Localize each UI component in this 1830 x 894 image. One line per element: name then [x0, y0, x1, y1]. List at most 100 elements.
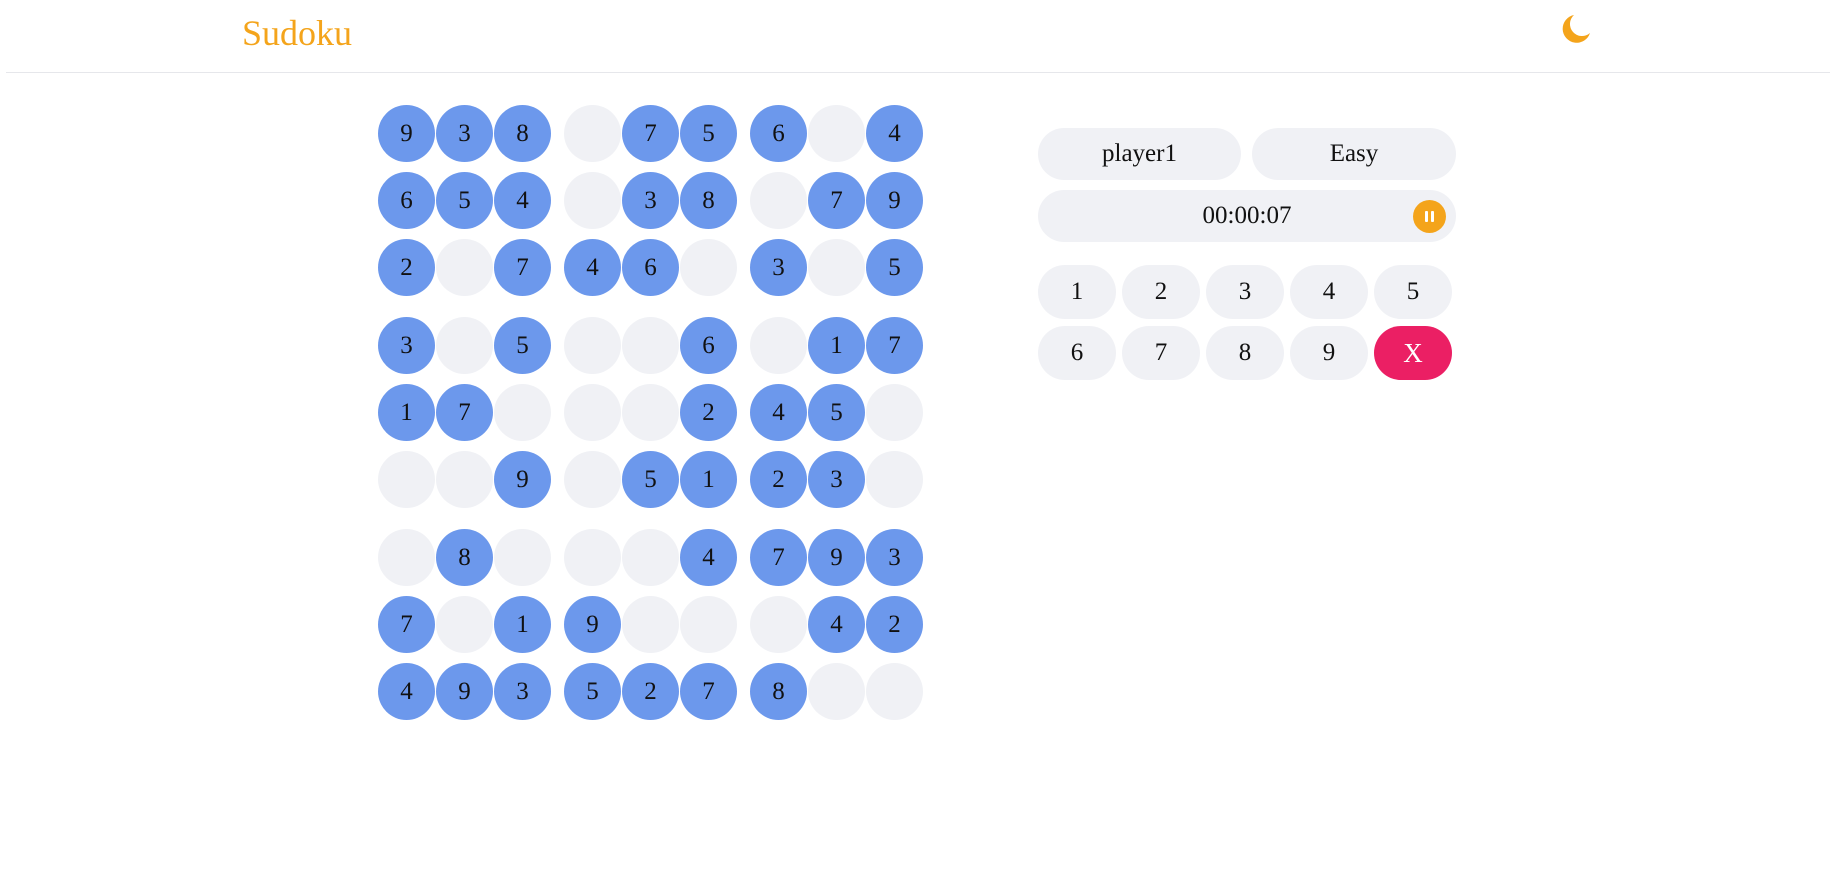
sudoku-cell[interactable]: 3 [378, 317, 435, 374]
sudoku-cell[interactable]: 4 [750, 384, 807, 441]
sudoku-cell[interactable]: 4 [866, 105, 923, 162]
sudoku-cell[interactable]: 9 [378, 105, 435, 162]
numpad-button-6[interactable]: 6 [1038, 326, 1116, 380]
sudoku-cell[interactable] [494, 384, 551, 441]
numpad-button-8[interactable]: 8 [1206, 326, 1284, 380]
sudoku-cell[interactable]: 4 [564, 239, 621, 296]
sudoku-cell[interactable]: 9 [564, 596, 621, 653]
sudoku-cell[interactable]: 5 [564, 663, 621, 720]
numpad-button-3[interactable]: 3 [1206, 265, 1284, 319]
sudoku-cell[interactable] [564, 529, 621, 586]
sudoku-cell[interactable]: 5 [436, 172, 493, 229]
sudoku-cell[interactable] [436, 596, 493, 653]
sudoku-cell[interactable] [680, 239, 737, 296]
sudoku-cell[interactable]: 1 [378, 384, 435, 441]
sudoku-cell[interactable] [564, 105, 621, 162]
pause-icon[interactable] [1413, 200, 1446, 233]
sudoku-cell[interactable] [564, 384, 621, 441]
sudoku-cell[interactable] [808, 663, 865, 720]
sudoku-cell[interactable] [808, 239, 865, 296]
sudoku-cell[interactable] [436, 239, 493, 296]
sudoku-cell[interactable]: 2 [866, 596, 923, 653]
sudoku-cell[interactable] [564, 451, 621, 508]
sudoku-cell[interactable]: 5 [622, 451, 679, 508]
sudoku-cell[interactable]: 3 [436, 105, 493, 162]
sudoku-cell[interactable] [494, 529, 551, 586]
sudoku-cell[interactable] [866, 663, 923, 720]
sudoku-cell[interactable]: 2 [750, 451, 807, 508]
sudoku-cell[interactable]: 2 [680, 384, 737, 441]
sudoku-cell[interactable]: 1 [494, 596, 551, 653]
erase-button[interactable]: X [1374, 326, 1452, 380]
sudoku-cell[interactable]: 5 [808, 384, 865, 441]
numpad-button-4[interactable]: 4 [1290, 265, 1368, 319]
sudoku-cell[interactable]: 8 [680, 172, 737, 229]
sudoku-cell[interactable] [436, 317, 493, 374]
sudoku-cell[interactable] [622, 529, 679, 586]
sudoku-cell[interactable]: 3 [808, 451, 865, 508]
numpad-button-2[interactable]: 2 [1122, 265, 1200, 319]
difficulty-level[interactable]: Easy [1252, 128, 1456, 180]
numpad-button-5[interactable]: 5 [1374, 265, 1452, 319]
sudoku-cell[interactable]: 7 [436, 384, 493, 441]
sudoku-cell[interactable]: 9 [436, 663, 493, 720]
sudoku-cell[interactable]: 8 [436, 529, 493, 586]
sudoku-cell[interactable]: 6 [622, 239, 679, 296]
sudoku-cell[interactable]: 3 [750, 239, 807, 296]
sudoku-cell[interactable] [436, 451, 493, 508]
sudoku-cell[interactable]: 4 [808, 596, 865, 653]
sudoku-cell[interactable]: 5 [680, 105, 737, 162]
pause-bar [1425, 211, 1428, 222]
sudoku-board: 9387564654387927463535617172459512384793… [378, 105, 928, 727]
sudoku-cell[interactable]: 4 [494, 172, 551, 229]
sudoku-cell[interactable] [622, 384, 679, 441]
sudoku-cell[interactable]: 6 [680, 317, 737, 374]
sudoku-cell[interactable]: 1 [808, 317, 865, 374]
numpad-button-7[interactable]: 7 [1122, 326, 1200, 380]
sudoku-cell[interactable]: 9 [494, 451, 551, 508]
numpad-button-1[interactable]: 1 [1038, 265, 1116, 319]
sudoku-cell[interactable] [680, 596, 737, 653]
sudoku-cell[interactable] [378, 529, 435, 586]
sudoku-cell[interactable]: 7 [680, 663, 737, 720]
sudoku-cell[interactable] [750, 172, 807, 229]
sudoku-cell[interactable] [866, 451, 923, 508]
sudoku-cell[interactable]: 2 [622, 663, 679, 720]
sudoku-cell[interactable]: 3 [494, 663, 551, 720]
sudoku-cell[interactable]: 3 [622, 172, 679, 229]
sudoku-cell[interactable]: 4 [680, 529, 737, 586]
sudoku-cell[interactable]: 8 [750, 663, 807, 720]
sudoku-cell[interactable]: 4 [378, 663, 435, 720]
sudoku-cell[interactable] [750, 596, 807, 653]
sudoku-cell[interactable]: 5 [866, 239, 923, 296]
sudoku-cell[interactable]: 7 [378, 596, 435, 653]
moon-icon[interactable] [1558, 11, 1594, 47]
sudoku-cell[interactable] [750, 317, 807, 374]
sudoku-cell[interactable]: 8 [494, 105, 551, 162]
sudoku-cell[interactable] [622, 596, 679, 653]
pause-bar [1431, 211, 1434, 222]
sudoku-cell[interactable]: 5 [494, 317, 551, 374]
sudoku-cell[interactable] [622, 317, 679, 374]
sudoku-cell[interactable]: 3 [866, 529, 923, 586]
app-title[interactable]: Sudoku [242, 13, 352, 53]
sudoku-cell[interactable] [564, 172, 621, 229]
sudoku-cell[interactable] [378, 451, 435, 508]
sudoku-cell[interactable]: 6 [378, 172, 435, 229]
timer-value: 00:00:07 [1202, 202, 1292, 229]
sudoku-cell[interactable]: 7 [808, 172, 865, 229]
moon-icon-svg [1562, 15, 1590, 43]
sudoku-cell[interactable]: 6 [750, 105, 807, 162]
sudoku-cell[interactable]: 7 [494, 239, 551, 296]
sudoku-cell[interactable]: 9 [866, 172, 923, 229]
sudoku-cell[interactable]: 7 [622, 105, 679, 162]
sudoku-cell[interactable]: 1 [680, 451, 737, 508]
sudoku-cell[interactable] [866, 384, 923, 441]
sudoku-cell[interactable] [808, 105, 865, 162]
sudoku-cell[interactable]: 7 [866, 317, 923, 374]
numpad-button-9[interactable]: 9 [1290, 326, 1368, 380]
sudoku-cell[interactable]: 7 [750, 529, 807, 586]
sudoku-cell[interactable] [564, 317, 621, 374]
sudoku-cell[interactable]: 9 [808, 529, 865, 586]
sudoku-cell[interactable]: 2 [378, 239, 435, 296]
